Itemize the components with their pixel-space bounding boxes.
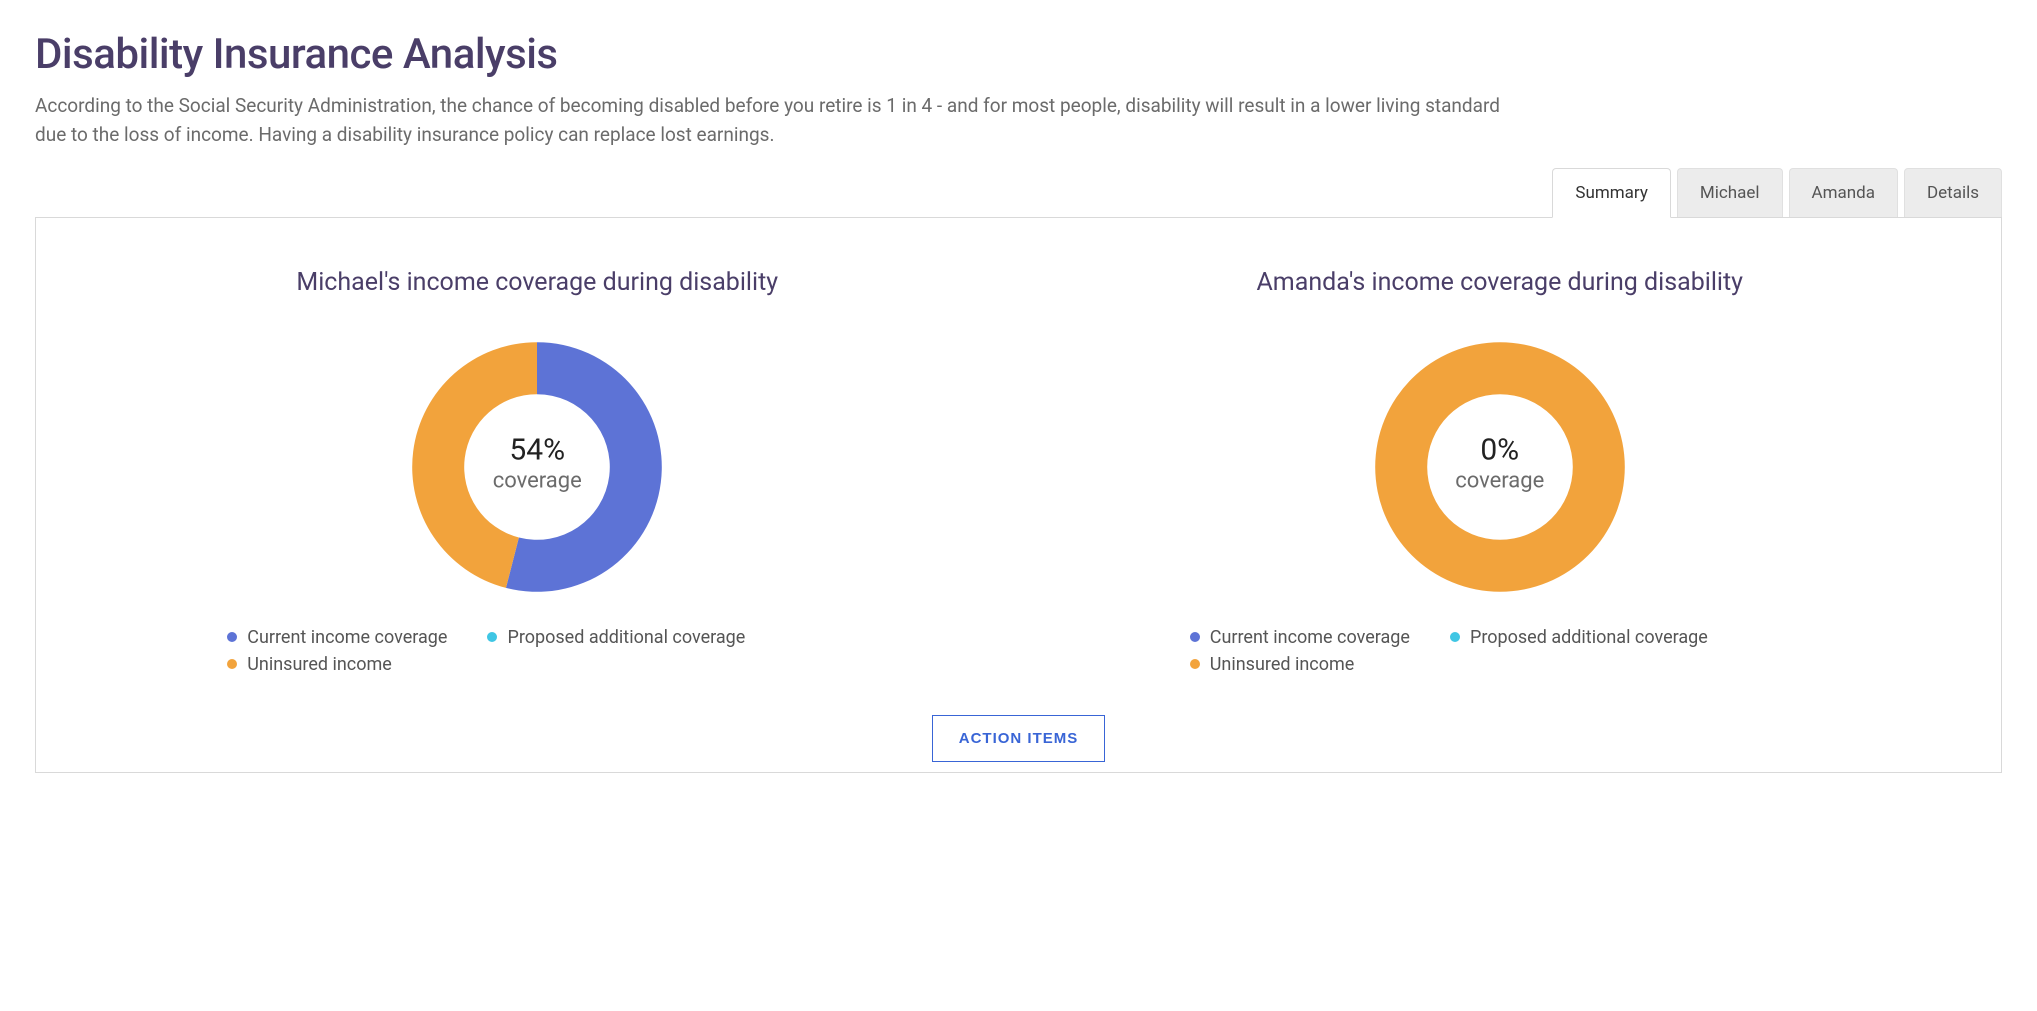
donut-label-michael: coverage	[493, 469, 582, 495]
tab-summary[interactable]: Summary	[1552, 168, 1670, 218]
charts-row: Michael's income coverage during disabil…	[76, 268, 1961, 675]
legend-label-proposed: Proposed additional coverage	[1470, 627, 1708, 648]
summary-panel: Michael's income coverage during disabil…	[35, 217, 2002, 773]
tab-row: Summary Michael Amanda Details	[35, 168, 2002, 217]
legend-dot-proposed-icon	[1450, 632, 1460, 642]
chart-title-michael: Michael's income coverage during disabil…	[76, 268, 999, 297]
legend-item-uninsured: Uninsured income	[1190, 654, 1355, 675]
legend-dot-uninsured-icon	[227, 659, 237, 669]
legend-dot-current-icon	[227, 632, 237, 642]
legend-dot-proposed-icon	[487, 632, 497, 642]
action-items-button[interactable]: ACTION ITEMS	[932, 715, 1106, 762]
donut-chart-michael: 54% coverage	[407, 337, 667, 597]
donut-label-amanda: coverage	[1455, 469, 1544, 495]
legend-michael: Current income coverage Proposed additio…	[217, 627, 857, 675]
donut-pct-amanda: 0%	[1455, 433, 1544, 469]
tab-details[interactable]: Details	[1904, 168, 2002, 217]
legend-label-proposed: Proposed additional coverage	[507, 627, 745, 648]
legend-item-current: Current income coverage	[1190, 627, 1410, 648]
legend-item-proposed: Proposed additional coverage	[487, 627, 745, 648]
tab-michael[interactable]: Michael	[1677, 168, 1783, 217]
chart-title-amanda: Amanda's income coverage during disabili…	[1039, 268, 1962, 297]
donut-center-amanda: 0% coverage	[1455, 433, 1544, 495]
legend-label-current: Current income coverage	[247, 627, 447, 648]
legend-label-uninsured: Uninsured income	[247, 654, 392, 675]
legend-amanda: Current income coverage Proposed additio…	[1180, 627, 1820, 675]
legend-item-current: Current income coverage	[227, 627, 447, 648]
page-description: According to the Social Security Adminis…	[35, 91, 1515, 150]
legend-item-uninsured: Uninsured income	[227, 654, 392, 675]
legend-dot-current-icon	[1190, 632, 1200, 642]
legend-item-proposed: Proposed additional coverage	[1450, 627, 1708, 648]
legend-label-uninsured: Uninsured income	[1210, 654, 1355, 675]
tab-amanda[interactable]: Amanda	[1789, 168, 1898, 217]
donut-pct-michael: 54%	[493, 433, 582, 469]
donut-center-michael: 54% coverage	[493, 433, 582, 495]
legend-label-current: Current income coverage	[1210, 627, 1410, 648]
donut-chart-amanda: 0% coverage	[1370, 337, 1630, 597]
page-title: Disability Insurance Analysis	[35, 30, 2002, 79]
chart-block-amanda: Amanda's income coverage during disabili…	[1039, 268, 1962, 675]
legend-dot-uninsured-icon	[1190, 659, 1200, 669]
chart-block-michael: Michael's income coverage during disabil…	[76, 268, 999, 675]
